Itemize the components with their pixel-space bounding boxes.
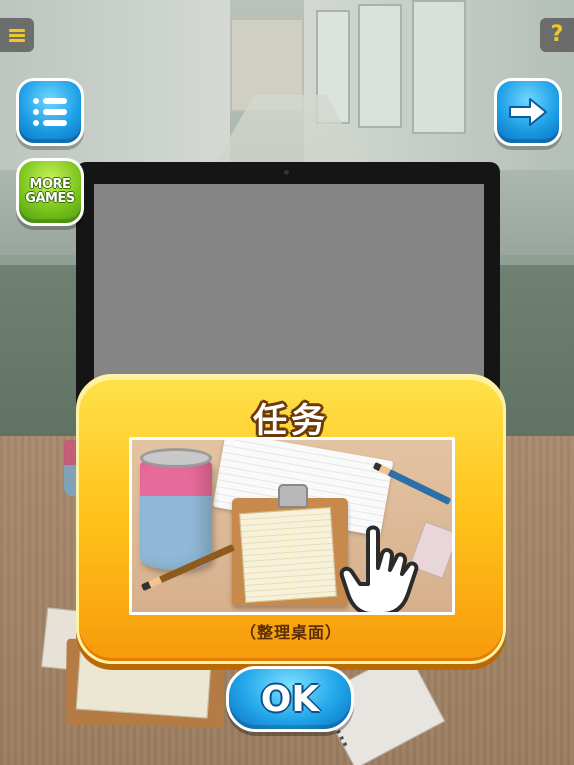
ok-label: OK (260, 678, 320, 720)
cup-rim (140, 448, 212, 468)
corridor-window (412, 0, 466, 134)
question-icon: ? (550, 22, 564, 47)
task-caption: （整理桌面） (239, 623, 342, 642)
hamburger-icon (9, 28, 25, 42)
arrow-right-icon (509, 98, 547, 126)
task-illustration (129, 437, 455, 615)
clipboard-clip (278, 484, 308, 508)
task-dialog: 任务 （整理桌面） (76, 374, 506, 664)
more-games-button[interactable]: MORE GAMES (16, 158, 84, 226)
pen-cup (140, 454, 212, 570)
dialog-title: 任务 (253, 401, 329, 441)
level-list-button[interactable] (16, 78, 84, 146)
list-icon (33, 98, 67, 126)
menu-button[interactable] (0, 18, 34, 52)
help-button[interactable]: ? (540, 18, 574, 52)
more-games-label: MORE GAMES (25, 177, 75, 206)
corridor-window (358, 4, 402, 128)
clipboard-paper (238, 506, 338, 604)
pointing-hand-icon (339, 525, 419, 612)
monitor-camera (284, 170, 289, 175)
ok-button[interactable]: OK (226, 666, 354, 732)
next-button[interactable] (494, 78, 562, 146)
